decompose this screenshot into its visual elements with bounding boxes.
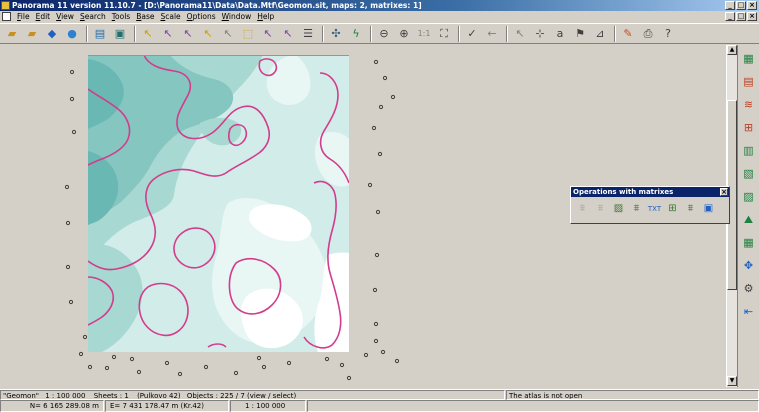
edit-line-icon[interactable]: ≋ bbox=[741, 97, 757, 113]
scroll-up-icon[interactable]: ▲ bbox=[727, 45, 737, 55]
status-objects: Objects : 225 / 7 (view / select) bbox=[186, 392, 297, 400]
matrix-paint-icon[interactable]: ▣ bbox=[700, 201, 717, 217]
matrix-height-icon[interactable]: ⊞ bbox=[664, 201, 681, 217]
minimize-button[interactable]: _ bbox=[725, 1, 735, 10]
status-scale: 1 : 100 000 bbox=[45, 392, 86, 400]
pointer-icon[interactable]: ↖ bbox=[511, 25, 529, 43]
clear-icon[interactable]: ✎ bbox=[619, 25, 637, 43]
status-map-name: "Geomon" bbox=[3, 392, 39, 400]
close-button[interactable]: × bbox=[747, 1, 757, 10]
select-by-type-icon[interactable]: ↖ bbox=[259, 25, 277, 43]
lightning-icon[interactable]: ϟ bbox=[347, 25, 365, 43]
globe-icon[interactable]: ● bbox=[63, 25, 81, 43]
contour-surface bbox=[88, 55, 349, 352]
status-north: N= 6 165 289.08 m bbox=[0, 400, 104, 412]
doc-close-button[interactable]: × bbox=[747, 12, 757, 21]
document-icon[interactable] bbox=[2, 12, 11, 21]
status-east: E= 7 431 178.47 m (Kr.42) bbox=[105, 400, 229, 412]
measure-icon[interactable]: ⊿ bbox=[591, 25, 609, 43]
exit-icon[interactable]: ⇤ bbox=[741, 304, 757, 320]
matrix-filter-icon[interactable]: ⩨ bbox=[628, 201, 645, 217]
matrix-build-icon[interactable]: ⩨ bbox=[574, 201, 591, 217]
menu-window[interactable]: Window bbox=[219, 12, 255, 21]
window-title: Panorama 11 version 11.10.7 - [D:\Panora… bbox=[12, 1, 422, 10]
doc-minimize-button[interactable]: _ bbox=[725, 12, 735, 21]
scroll-down-icon[interactable]: ▼ bbox=[727, 376, 737, 386]
panel-title: Operations with matrixes × bbox=[571, 187, 729, 197]
help-icon[interactable]: ? bbox=[659, 25, 677, 43]
layers-icon[interactable]: ▤ bbox=[91, 25, 109, 43]
profile-icon[interactable]: ▧ bbox=[741, 166, 757, 182]
status-atlas: The atlas is not open bbox=[506, 390, 759, 400]
matrix-map[interactable] bbox=[88, 55, 349, 352]
surface-icon[interactable]: ⛰ bbox=[741, 212, 757, 228]
navigate-icon[interactable]: ✥ bbox=[741, 258, 757, 274]
text-icon[interactable]: a bbox=[551, 25, 569, 43]
add-point-icon[interactable]: ⊹ bbox=[531, 25, 549, 43]
matrix-to-text-icon[interactable]: TXT bbox=[646, 201, 663, 217]
open-folder-icon[interactable]: ▰ bbox=[3, 25, 21, 43]
select-frame-icon[interactable]: ↖ bbox=[179, 25, 197, 43]
grid-icon[interactable]: ▦ bbox=[741, 235, 757, 251]
properties-icon[interactable]: ☰ bbox=[299, 25, 317, 43]
menu-edit[interactable]: Edit bbox=[33, 12, 54, 21]
zoom-out-icon[interactable]: ⊖ bbox=[375, 25, 393, 43]
matrix-export-icon[interactable]: ▨ bbox=[610, 201, 627, 217]
save-icon[interactable]: ▣ bbox=[111, 25, 129, 43]
menu-scale[interactable]: Scale bbox=[157, 12, 183, 21]
relief-icon[interactable]: ▨ bbox=[741, 189, 757, 205]
diagram-icon[interactable]: ⚙ bbox=[741, 281, 757, 297]
zoom-ratio-button[interactable]: 1:1 bbox=[415, 25, 433, 43]
menu-options[interactable]: Options bbox=[184, 12, 219, 21]
menu-help[interactable]: Help bbox=[254, 12, 277, 21]
main-toolbar: ▰ ▰ ◆ ● ▤ ▣ ↖ ↖ ↖ ↖ ↖ ⬚ ↖ ↖ ☰ ✣ ϟ ⊖ ⊕ 1:… bbox=[0, 23, 759, 44]
map-list-icon[interactable]: ▦ bbox=[741, 51, 757, 67]
open-file-icon[interactable]: ▰ bbox=[23, 25, 41, 43]
layer-props-icon[interactable]: ▤ bbox=[741, 74, 757, 90]
maximize-button[interactable]: □ bbox=[736, 1, 746, 10]
status-bar-top: "Geomon" 1 : 100 000 Sheets : 1 (Pulkovo… bbox=[0, 389, 759, 400]
menu-bar: File Edit View Search Tools Base Scale O… bbox=[0, 11, 759, 22]
select-list-icon[interactable]: ↖ bbox=[279, 25, 297, 43]
label-icon[interactable]: ⚑ bbox=[571, 25, 589, 43]
matrix-tools-icon[interactable]: ▥ bbox=[741, 143, 757, 159]
check-icon[interactable]: ✓ bbox=[463, 25, 481, 43]
rectangle-select-icon[interactable]: ⬚ bbox=[239, 25, 257, 43]
doc-restore-button[interactable]: □ bbox=[736, 12, 746, 21]
edit-contour-icon[interactable]: ⊞ bbox=[741, 120, 757, 136]
deselect-icon[interactable]: ↖ bbox=[219, 25, 237, 43]
matrix-edit-icon[interactable]: ⩨ bbox=[682, 201, 699, 217]
menu-file[interactable]: File bbox=[14, 12, 33, 21]
menu-view[interactable]: View bbox=[53, 12, 77, 21]
zoom-in-icon[interactable]: ⊕ bbox=[395, 25, 413, 43]
matrix-operations-panel: Operations with matrixes × ⩨ ⩨ ▨ ⩨ TXT ⊞… bbox=[570, 186, 730, 224]
status-datum: (Pulkovo 42) bbox=[137, 392, 181, 400]
menu-tools[interactable]: Tools bbox=[109, 12, 133, 21]
title-bar: Panorama 11 version 11.10.7 - [D:\Panora… bbox=[0, 0, 759, 11]
app-icon bbox=[1, 1, 10, 10]
matrix-profile-icon[interactable]: ⩨ bbox=[592, 201, 609, 217]
select-icon[interactable]: ↖ bbox=[139, 25, 157, 43]
status-bar-bottom: N= 6 165 289.08 m E= 7 431 178.47 m (Kr.… bbox=[0, 400, 759, 412]
select-objects-icon[interactable]: ↖ bbox=[159, 25, 177, 43]
menu-search[interactable]: Search bbox=[77, 12, 109, 21]
select-area-icon[interactable]: ↖ bbox=[199, 25, 217, 43]
status-sheets: Sheets : 1 bbox=[93, 392, 129, 400]
connect-icon[interactable]: ◆ bbox=[43, 25, 61, 43]
full-view-icon[interactable]: ⛶ bbox=[435, 25, 453, 43]
right-toolbar: ▦ ▤ ≋ ⊞ ▥ ▧ ▨ ⛰ ▦ ✥ ⚙ ⇤ bbox=[737, 45, 759, 387]
print-icon[interactable]: ⎙ bbox=[639, 25, 657, 43]
back-icon[interactable]: ← bbox=[483, 25, 501, 43]
panel-close-button[interactable]: × bbox=[720, 188, 728, 196]
map-tools-icon[interactable]: ✣ bbox=[327, 25, 345, 43]
menu-base[interactable]: Base bbox=[133, 12, 157, 21]
status-current-scale: 1 : 100 000 bbox=[230, 400, 306, 412]
